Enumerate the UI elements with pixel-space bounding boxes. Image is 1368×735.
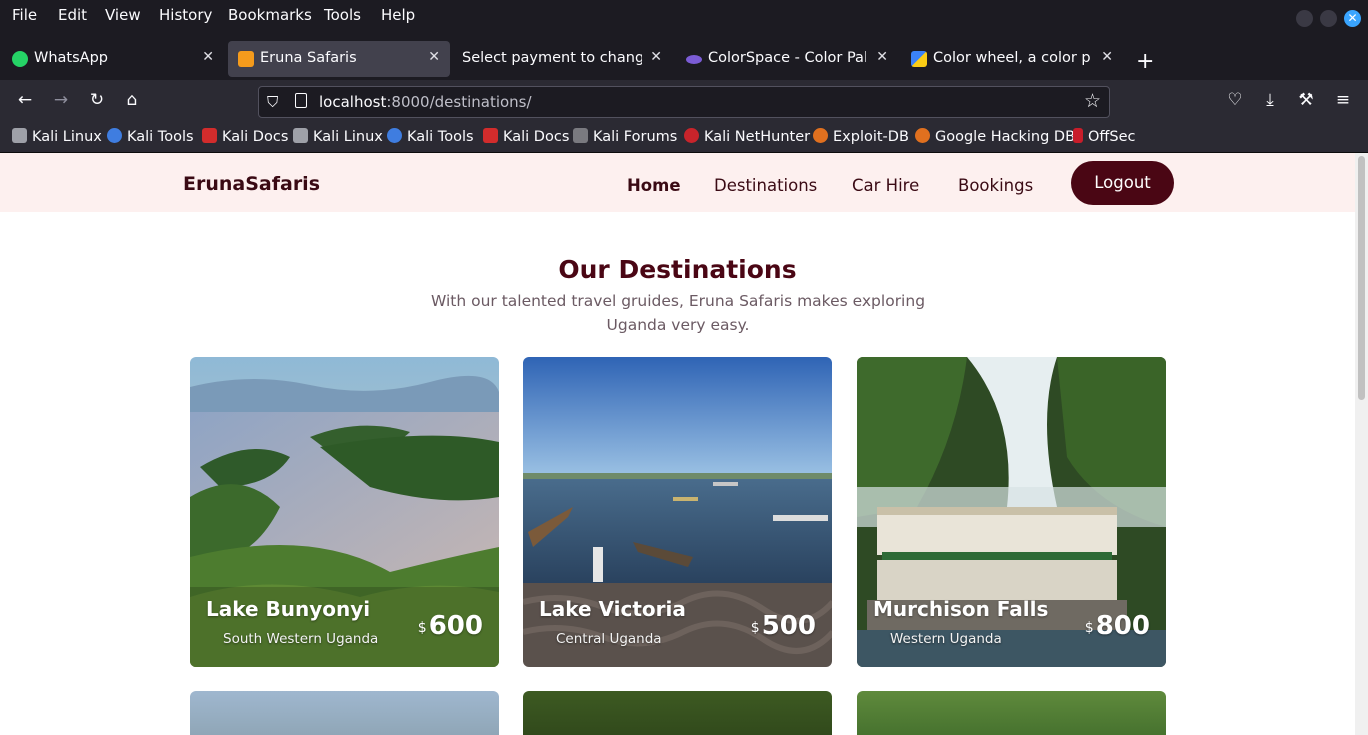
- new-tab-plus-icon[interactable]: +: [1136, 49, 1154, 74]
- destination-name: Lake Victoria: [539, 597, 686, 621]
- destination-card-murchison-falls[interactable]: Murchison Falls Western Uganda $800: [857, 357, 1166, 667]
- bookmark-exploit-db[interactable]: Exploit-DB: [813, 128, 909, 145]
- bookmark-kali-docs[interactable]: Kali Docs: [202, 128, 288, 145]
- menu-file[interactable]: File: [12, 6, 37, 24]
- maximize-button[interactable]: [1320, 10, 1337, 27]
- destination-location: Western Uganda: [890, 631, 1002, 647]
- destination-location: South Western Uganda: [223, 631, 379, 647]
- tab-label: Eruna Safaris: [260, 50, 357, 66]
- minimize-button[interactable]: [1296, 10, 1313, 27]
- site-favicon: [238, 51, 254, 67]
- kali-docs-icon: [483, 128, 498, 143]
- browser-menubar: File Edit View History Bookmarks Tools H…: [0, 0, 1368, 32]
- kali-forums-icon: [573, 128, 588, 143]
- menu-edit[interactable]: Edit: [58, 6, 87, 24]
- downloads-icon[interactable]: ⤓: [1259, 90, 1281, 110]
- bookmark-kali-tools-2[interactable]: Kali Tools: [387, 128, 474, 145]
- url-text[interactable]: localhost:8000/destinations/: [319, 93, 532, 111]
- tab-close-icon[interactable]: ✕: [202, 49, 214, 65]
- kali-dragon-icon: [293, 128, 308, 143]
- destination-name: Murchison Falls: [873, 597, 1049, 621]
- kali-tools-icon: [107, 128, 122, 143]
- hamburger-menu-icon[interactable]: ≡: [1332, 90, 1354, 110]
- destination-name: Lake Bunyonyi: [206, 597, 371, 621]
- bookmark-kali-linux-2[interactable]: Kali Linux: [293, 128, 383, 145]
- tab-colorspace[interactable]: ColorSpace - Color Palett ✕: [676, 41, 898, 77]
- colorspace-icon: [686, 55, 702, 64]
- nav-destinations[interactable]: Destinations: [714, 176, 817, 195]
- tab-label: Select payment to change | D: [462, 50, 642, 66]
- tab-strip: WhatsApp ✕ Eruna Safaris ✕ Select paymen…: [0, 32, 1368, 80]
- page-info-icon[interactable]: [295, 93, 307, 108]
- reload-icon[interactable]: ↻: [86, 90, 108, 110]
- destination-card-lake-bunyonyi[interactable]: Lake Bunyonyi South Western Uganda $600: [190, 357, 499, 667]
- forward-arrow-icon[interactable]: →: [50, 90, 72, 110]
- menu-history[interactable]: History: [159, 6, 212, 24]
- tab-color-wheel[interactable]: Color wheel, a color palet ✕: [901, 41, 1123, 77]
- bookmark-kali-nethunter[interactable]: Kali NetHunter: [684, 128, 810, 145]
- logout-button[interactable]: Logout: [1071, 161, 1174, 205]
- web-page: ErunaSafaris Home Destinations Car Hire …: [0, 153, 1355, 735]
- bookmark-kali-linux[interactable]: Kali Linux: [12, 128, 102, 145]
- destination-price: $800: [1084, 611, 1150, 641]
- destination-card-partial[interactable]: [190, 691, 499, 735]
- nav-car-hire[interactable]: Car Hire: [852, 176, 919, 195]
- kali-tools-icon: [387, 128, 402, 143]
- back-arrow-icon[interactable]: ←: [14, 90, 36, 110]
- menu-tools[interactable]: Tools: [324, 6, 361, 24]
- home-icon[interactable]: ⌂: [121, 90, 143, 110]
- tab-label: ColorSpace - Color Palett: [708, 50, 866, 66]
- tab-close-icon[interactable]: ✕: [428, 49, 440, 65]
- tab-label: WhatsApp: [34, 50, 108, 66]
- colorwheel-icon: [911, 51, 927, 67]
- destination-card-partial[interactable]: [523, 691, 832, 735]
- window-close-button[interactable]: ✕: [1344, 10, 1361, 27]
- bookmark-google-hacking-db[interactable]: Google Hacking DB: [915, 128, 1075, 145]
- scrollbar-thumb[interactable]: [1358, 156, 1365, 400]
- offsec-icon: [1073, 128, 1083, 143]
- tab-label: Color wheel, a color palet: [933, 50, 1091, 66]
- menu-bookmarks[interactable]: Bookmarks: [228, 6, 312, 24]
- nav-bookings[interactable]: Bookings: [958, 176, 1033, 195]
- ghdb-icon: [915, 128, 930, 143]
- tab-close-icon[interactable]: ✕: [1101, 49, 1113, 65]
- destination-price: $600: [417, 611, 483, 641]
- kali-dragon-icon: [12, 128, 27, 143]
- nethunter-icon: [684, 128, 699, 143]
- tab-select-payment[interactable]: Select payment to change | D ✕: [450, 41, 672, 77]
- tracking-shield-icon[interactable]: ⛉: [267, 93, 278, 111]
- bookmark-kali-tools[interactable]: Kali Tools: [107, 128, 194, 145]
- bookmark-offsec[interactable]: OffSec: [1073, 128, 1136, 145]
- destination-card-partial[interactable]: [857, 691, 1166, 735]
- tab-close-icon[interactable]: ✕: [650, 49, 662, 65]
- destination-location: Central Uganda: [556, 631, 662, 647]
- page-scrollbar[interactable]: [1355, 153, 1368, 735]
- tab-eruna-safaris[interactable]: Eruna Safaris ✕: [228, 41, 450, 77]
- bookmark-star-icon[interactable]: ☆: [1084, 90, 1101, 112]
- bookmarks-toolbar: Kali Linux Kali Tools Kali Docs Kali Lin…: [0, 122, 1368, 153]
- whatsapp-icon: [12, 51, 28, 67]
- menu-help[interactable]: Help: [381, 6, 415, 24]
- nav-home[interactable]: Home: [627, 176, 681, 195]
- page-subtitle: With our talented travel gruides, Eruna …: [430, 292, 926, 334]
- tab-close-icon[interactable]: ✕: [876, 49, 888, 65]
- navigation-toolbar: ← → ↻ ⌂ ⛉ localhost:8000/destinations/ ☆…: [0, 80, 1368, 122]
- exploit-db-icon: [813, 128, 828, 143]
- pocket-icon[interactable]: ♡: [1224, 90, 1246, 110]
- destination-price: $500: [750, 611, 816, 641]
- destination-card-lake-victoria[interactable]: Lake Victoria Central Uganda $500: [523, 357, 832, 667]
- page-title: Our Destinations: [558, 255, 797, 284]
- menu-view[interactable]: View: [105, 6, 141, 24]
- address-bar[interactable]: ⛉ localhost:8000/destinations/ ☆: [258, 86, 1110, 118]
- kali-docs-icon: [202, 128, 217, 143]
- extensions-icon[interactable]: ⚒: [1295, 90, 1317, 110]
- site-brand[interactable]: ErunaSafaris: [183, 173, 320, 195]
- tab-whatsapp[interactable]: WhatsApp ✕: [2, 41, 224, 77]
- site-navbar: ErunaSafaris Home Destinations Car Hire …: [0, 153, 1355, 212]
- bookmark-kali-forums[interactable]: Kali Forums: [573, 128, 677, 145]
- bookmark-kali-docs-2[interactable]: Kali Docs: [483, 128, 569, 145]
